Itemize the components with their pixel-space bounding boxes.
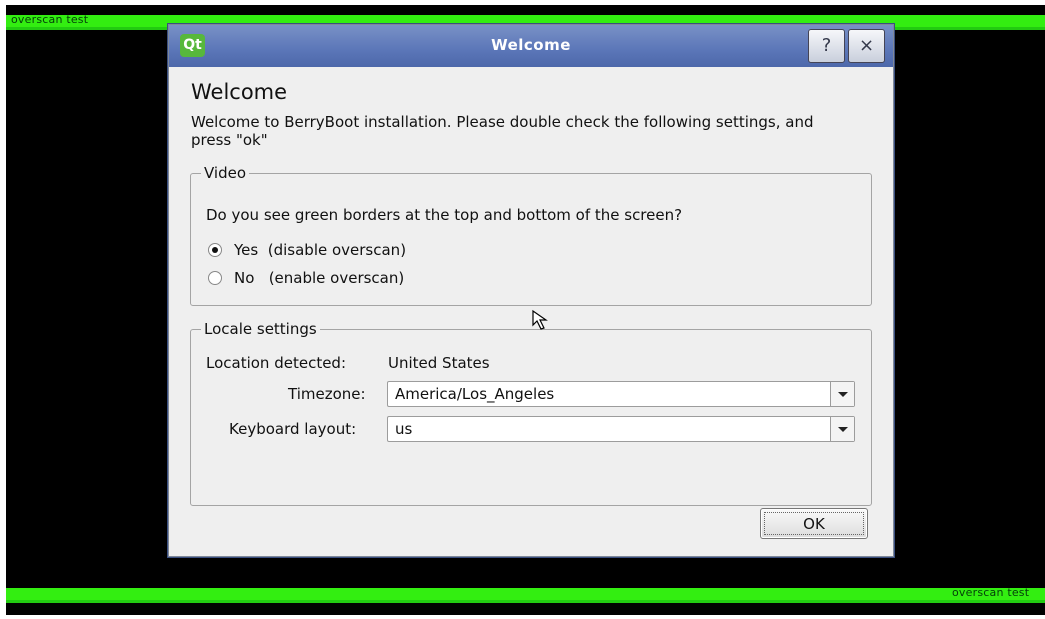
ok-button[interactable]: OK xyxy=(760,508,868,539)
timezone-value: America/Los_Angeles xyxy=(395,385,555,403)
dialog-title: Welcome xyxy=(491,36,571,54)
page-heading: Welcome xyxy=(191,80,288,104)
radio-no[interactable] xyxy=(208,271,222,285)
timezone-label: Timezone: xyxy=(288,385,366,403)
keyboard-select[interactable]: us xyxy=(387,416,855,442)
timezone-dropdown-arrow[interactable] xyxy=(830,382,854,406)
overscan-bottom-label: overscan test xyxy=(952,586,1030,599)
radio-no-label[interactable]: No (enable overscan) xyxy=(234,269,404,287)
chevron-down-icon xyxy=(838,427,848,432)
overscan-bottom-line xyxy=(6,600,1045,603)
chevron-down-icon xyxy=(838,392,848,397)
timezone-select[interactable]: America/Los_Angeles xyxy=(387,381,855,407)
keyboard-label: Keyboard layout: xyxy=(229,420,357,438)
mouse-cursor-icon xyxy=(532,309,548,330)
ok-button-label: OK xyxy=(803,515,825,533)
radio-yes-dot xyxy=(212,247,218,253)
overscan-question: Do you see green borders at the top and … xyxy=(206,206,683,224)
screen-background: overscan test overscan test Qt Welcome ?… xyxy=(6,5,1045,615)
close-button[interactable]: × xyxy=(848,29,885,63)
video-group-title: Video xyxy=(201,164,250,182)
locale-group-title: Locale settings xyxy=(201,320,320,338)
keyboard-value: us xyxy=(395,420,413,438)
help-button[interactable]: ? xyxy=(808,29,845,63)
overscan-bottom-bar: overscan test xyxy=(6,586,1045,600)
location-label: Location detected: xyxy=(206,354,347,372)
video-group: Video Do you see green borders at the to… xyxy=(190,164,872,306)
dialog-titlebar[interactable]: Qt Welcome ? × xyxy=(169,25,893,67)
radio-yes[interactable] xyxy=(208,243,222,257)
keyboard-dropdown-arrow[interactable] xyxy=(830,417,854,441)
intro-text: Welcome to BerryBoot installation. Pleas… xyxy=(191,113,814,149)
locale-group: Locale settings Location detected: Unite… xyxy=(190,320,872,506)
location-value: United States xyxy=(388,354,490,372)
radio-yes-label[interactable]: Yes (disable overscan) xyxy=(234,241,406,259)
overscan-top-label: overscan test xyxy=(11,13,89,26)
welcome-dialog: Qt Welcome ? × Welcome Welcome to BerryB… xyxy=(168,24,894,557)
